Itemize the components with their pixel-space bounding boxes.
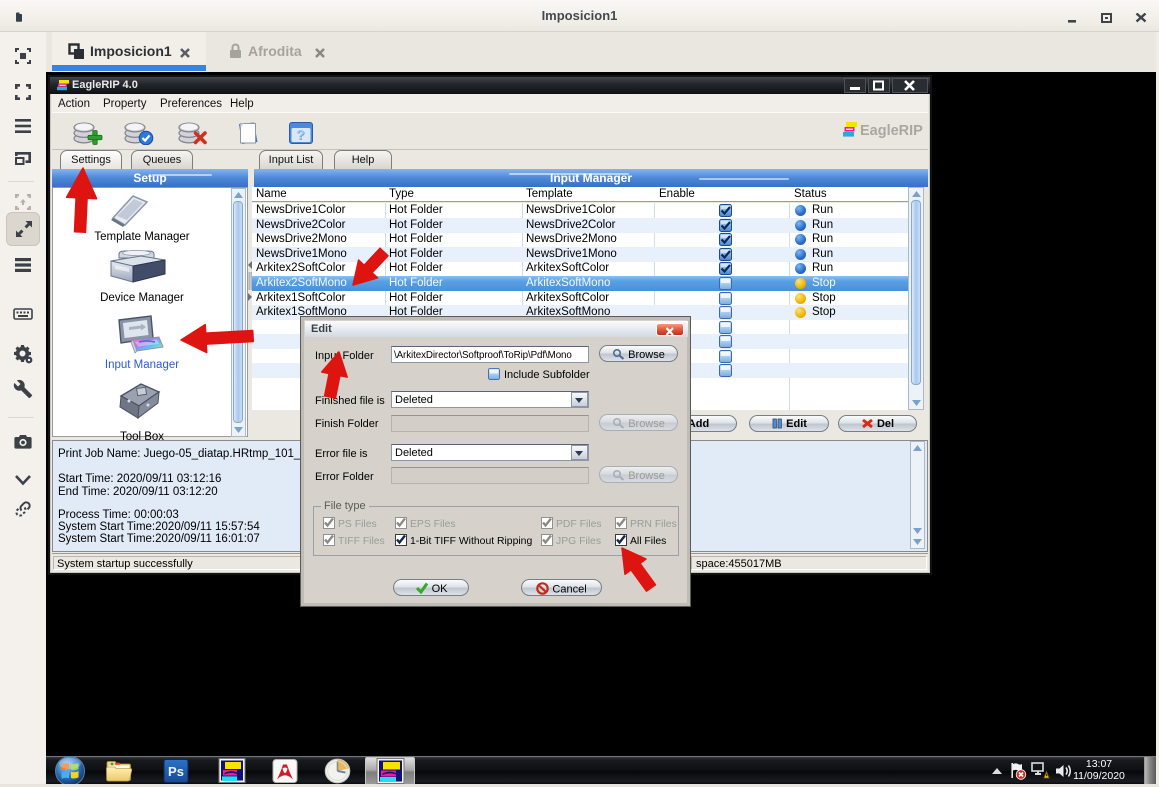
svg-text:Ps: Ps — [168, 764, 184, 779]
svg-text:?: ? — [296, 127, 305, 143]
